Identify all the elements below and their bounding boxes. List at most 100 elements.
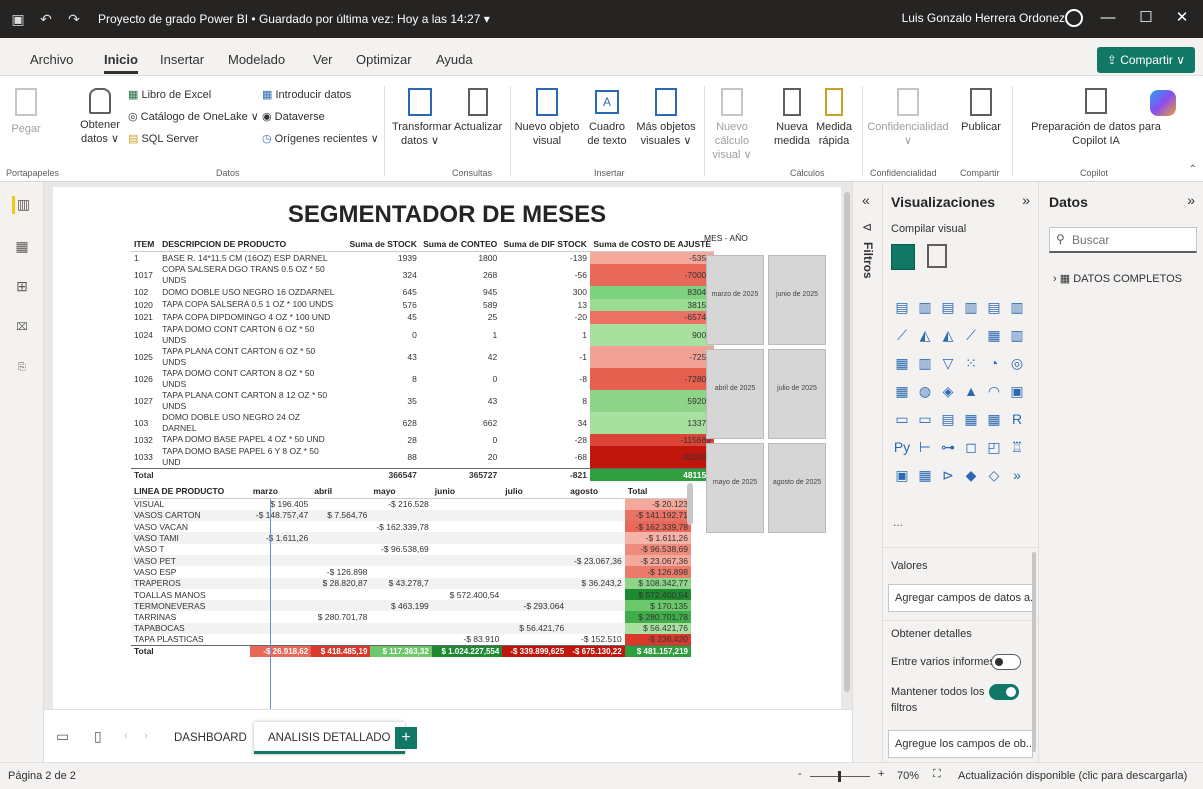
column-header[interactable]: DESCRIPCION DE PRODUCTO bbox=[159, 237, 340, 252]
card-icon[interactable]: ▭ bbox=[893, 410, 911, 428]
matrix-row[interactable]: TERMONEVERAS $ 463.199 -$ 293.064 $ 170.135 bbox=[131, 600, 691, 612]
insights-icon[interactable]: ◆ bbox=[962, 466, 980, 484]
minimize-button[interactable]: — bbox=[1093, 6, 1123, 30]
table-view-icon[interactable]: ▦ bbox=[12, 238, 32, 256]
table-row[interactable]: 1020 TAPA COPA SALSERA 0.5 1 OZ * 100 UND… bbox=[131, 298, 714, 311]
column-header[interactable]: Total bbox=[624, 484, 691, 499]
stock-table[interactable]: ITEM DESCRIPCION DE PRODUCTO Suma de STOCK… bbox=[131, 237, 714, 481]
publish-button[interactable]: Publicar bbox=[956, 88, 1006, 134]
textbox-button[interactable]: A Cuadro de texto bbox=[582, 88, 632, 148]
stacked-bar-icon[interactable]: ▤ bbox=[893, 298, 911, 316]
zoom-out-button[interactable]: - bbox=[798, 768, 802, 780]
slicer-item-agosto[interactable]: agosto de 2025 bbox=[768, 443, 826, 533]
more-visuals-button[interactable]: Más objetos visuales ∨ bbox=[636, 88, 696, 148]
excel-button[interactable]: ▦ Libro de Excel bbox=[128, 88, 211, 102]
column-100-icon[interactable]: ▥ bbox=[1008, 298, 1026, 316]
collapse-ribbon-icon[interactable]: ⌃ bbox=[1189, 164, 1197, 175]
table-row[interactable]: 1024 TAPA DOMO CONT CARTON 6 OZ * 50 UNDS… bbox=[131, 323, 714, 346]
expand-filters-icon[interactable]: « bbox=[862, 192, 870, 208]
stacked-bar-100-icon[interactable]: ▤ bbox=[939, 298, 957, 316]
maximize-button[interactable]: ☐ bbox=[1131, 6, 1161, 30]
onelake-button[interactable]: ◎ Catálogo de OneLake ∨ bbox=[128, 110, 259, 124]
new-visual-button[interactable]: Nuevo objeto visual bbox=[514, 88, 580, 148]
qa-icon[interactable]: ◻ bbox=[962, 438, 980, 456]
column-header[interactable]: Suma de STOCK bbox=[339, 237, 420, 252]
sql-server-button[interactable]: ▤ SQL Server bbox=[128, 132, 199, 146]
slicer-item-junio[interactable]: junio de 2025 bbox=[768, 255, 826, 345]
tab-dashboard[interactable]: DASHBOARD bbox=[160, 722, 261, 754]
tab-modelado[interactable]: Modelado bbox=[228, 52, 285, 67]
values-drop-field[interactable]: Agregar campos de datos a... bbox=[888, 584, 1033, 612]
column-header[interactable]: Suma de DIF STOCK bbox=[500, 237, 590, 252]
mobile-layout-icon[interactable]: ▯ bbox=[94, 728, 102, 745]
multi-card-icon[interactable]: ▭ bbox=[916, 410, 934, 428]
smart-narrative-icon[interactable]: ◰ bbox=[985, 438, 1003, 456]
line-chart-icon[interactable]: ⟋ bbox=[893, 326, 911, 344]
drillthrough-drop-field[interactable]: Agregue los campos de ob... bbox=[888, 730, 1033, 758]
key-influencers-icon[interactable]: ⊢ bbox=[916, 438, 934, 456]
table-item-datos-completos[interactable]: › ▦ DATOS COMPLETOS bbox=[1053, 272, 1182, 285]
matrix-row[interactable]: VASO ESP -$ 126.898 -$ 126.898 bbox=[131, 566, 691, 578]
tab-optimizar[interactable]: Optimizar bbox=[356, 52, 412, 67]
recent-sources-button[interactable]: ◷ Orígenes recientes ∨ bbox=[262, 132, 379, 146]
slicer-item-mayo[interactable]: mayo de 2025 bbox=[706, 443, 764, 533]
table-icon[interactable]: ▦ bbox=[962, 410, 980, 428]
table-row[interactable]: 1026 TAPA DOMO CONT CARTON 8 OZ * 50 UNDS… bbox=[131, 367, 714, 390]
zoom-slider-thumb[interactable] bbox=[838, 771, 841, 782]
filled-map-icon[interactable]: ◈ bbox=[939, 382, 957, 400]
matrix-row[interactable]: TOALLAS MANOS $ 572.400,54 $ 572.400,54 bbox=[131, 588, 691, 601]
format-visual-icon[interactable] bbox=[927, 244, 947, 268]
month-slicer[interactable]: MES - AÑO marzo de 2025 junio de 2025 ab… bbox=[698, 233, 833, 563]
search-box[interactable]: ⚲ bbox=[1049, 227, 1197, 253]
tab-analisis-detallado[interactable]: ANALISIS DETALLADO bbox=[254, 722, 405, 754]
diamond-icon[interactable]: ◇ bbox=[985, 466, 1003, 484]
matrix-row[interactable]: VASOS CARTON -$ 148.757,47 $ 7.564,76 -$ 14… bbox=[131, 509, 691, 522]
decomposition-tree-icon[interactable]: ⊶ bbox=[939, 438, 957, 456]
table-row[interactable]: 1025 TAPA PLANA CONT CARTON 6 OZ * 50 UND… bbox=[131, 345, 714, 368]
column-header[interactable]: marzo bbox=[249, 484, 312, 499]
power-automate-icon[interactable]: ⊳ bbox=[939, 466, 957, 484]
search-input[interactable] bbox=[1072, 231, 1190, 249]
histogram-icon[interactable]: ▥ bbox=[916, 354, 934, 372]
refresh-button[interactable]: Actualizar bbox=[452, 88, 504, 134]
paginated-report-icon[interactable]: ▣ bbox=[893, 466, 911, 484]
bar-chart-icon[interactable]: ▤ bbox=[985, 298, 1003, 316]
next-page-icon[interactable]: › bbox=[144, 730, 148, 742]
column-header[interactable]: LINEA DE PRODUCTO bbox=[131, 484, 250, 499]
column-header[interactable]: abril bbox=[311, 484, 371, 499]
kpi-number-icon[interactable]: ▣ bbox=[1008, 382, 1026, 400]
column-header[interactable]: ITEM bbox=[131, 237, 160, 252]
table-row[interactable]: 1032 TAPA DOMO BASE PAPEL 4 OZ * 50 UND 28… bbox=[131, 433, 714, 446]
model-view-icon[interactable]: ⊞ bbox=[12, 278, 32, 296]
undo-icon[interactable]: ↶ bbox=[36, 11, 56, 28]
tab-archivo[interactable]: Archivo bbox=[30, 52, 73, 67]
matrix-icon[interactable]: ▦ bbox=[893, 382, 911, 400]
gauge-icon[interactable]: ◠ bbox=[985, 382, 1003, 400]
table-row[interactable]: 1027 TAPA PLANA CONT CARTON 8 12 OZ * 50 … bbox=[131, 389, 714, 412]
matrix-row[interactable]: VASO PET -$ 23.067,36 -$ 23.067,36 bbox=[131, 554, 691, 567]
save-icon[interactable]: ▣ bbox=[8, 11, 28, 28]
paste-button[interactable]: Pegar bbox=[6, 88, 46, 136]
slicer-item-julio[interactable]: julio de 2025 bbox=[768, 349, 826, 439]
table-row[interactable]: 1033 TAPA DOMO BASE PAPEL 6 Y 8 OZ * 50 U… bbox=[131, 446, 714, 469]
slicer-item-abril[interactable]: abril de 2025 bbox=[706, 349, 764, 439]
cross-report-toggle[interactable] bbox=[991, 654, 1021, 670]
chevron-icon[interactable]: » bbox=[1008, 466, 1026, 484]
column-header[interactable]: junio bbox=[431, 484, 503, 499]
column-header[interactable]: mayo bbox=[370, 484, 432, 499]
get-data-button[interactable]: Obtener datos ∨ bbox=[76, 88, 124, 146]
transform-data-button[interactable]: Transformar datos ∨ bbox=[392, 88, 452, 148]
table-row[interactable]: 102 DOMO DOBLE USO NEGRO 16 OZDARNEL 645 94… bbox=[131, 286, 714, 299]
matrix-row[interactable]: VASO VACAN -$ 162.339,78 -$ 162.339,78 bbox=[131, 521, 691, 533]
close-button[interactable]: ✕ bbox=[1167, 6, 1197, 30]
funnel-icon[interactable]: ▽ bbox=[939, 354, 957, 372]
enter-data-button[interactable]: ▦ Introducir datos bbox=[262, 88, 351, 102]
viz-pane-scrollbar[interactable] bbox=[1032, 552, 1036, 752]
clustered-column-icon[interactable]: ▥ bbox=[916, 298, 934, 316]
redo-icon[interactable]: ↷ bbox=[64, 11, 84, 28]
column-header[interactable]: Suma de COSTO DE AJUSTE bbox=[589, 237, 714, 252]
python-visual-icon[interactable]: Py bbox=[893, 438, 911, 456]
matrix-scrollbar[interactable] bbox=[687, 483, 693, 525]
share-button[interactable]: ⇪ Compartir ∨ bbox=[1096, 47, 1195, 73]
canvas-scrollbar[interactable] bbox=[844, 192, 850, 692]
